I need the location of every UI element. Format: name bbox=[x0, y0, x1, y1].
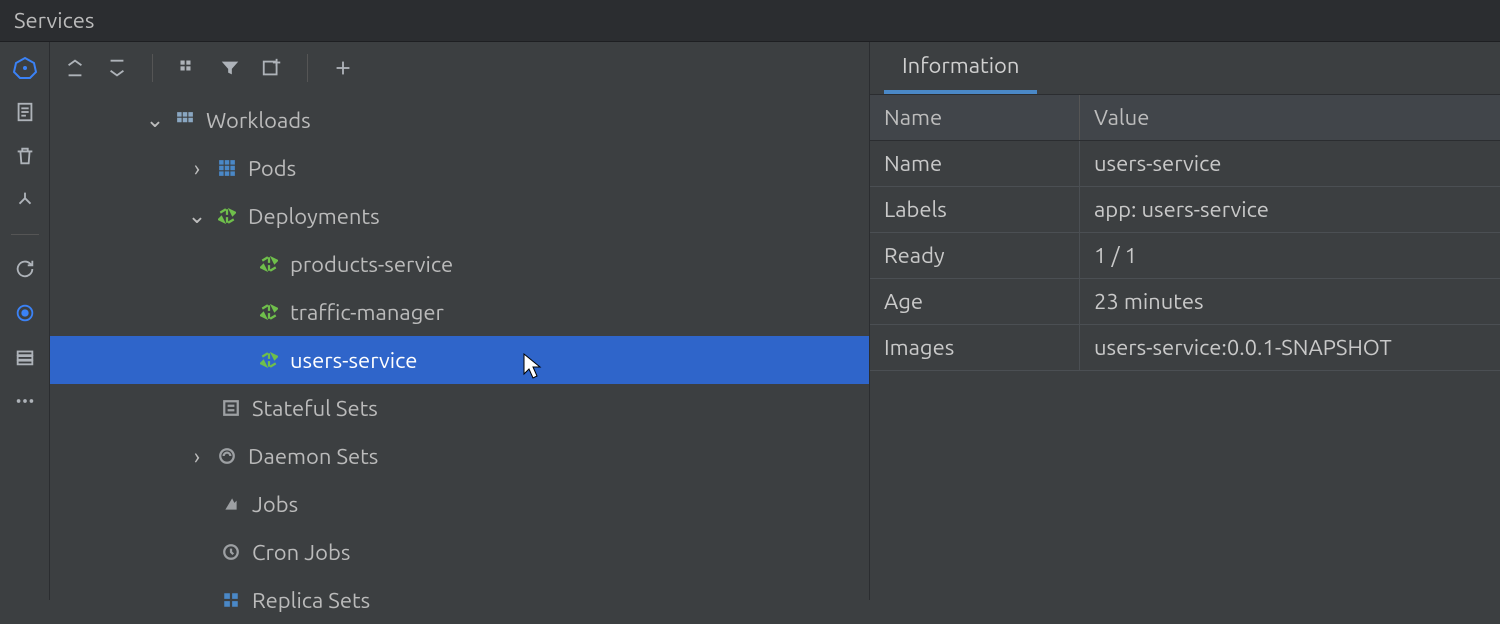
clock-icon bbox=[220, 543, 242, 561]
chevron-right-icon: › bbox=[188, 444, 206, 469]
side-toolbar bbox=[0, 42, 50, 600]
stateful-icon bbox=[220, 399, 242, 417]
tree-node-jobs[interactable]: Jobs bbox=[50, 480, 869, 528]
cell-value: 23 minutes bbox=[1080, 279, 1500, 324]
new-tab-icon[interactable] bbox=[259, 55, 285, 81]
more-icon[interactable] bbox=[13, 389, 37, 413]
col-name: Name bbox=[870, 95, 1080, 140]
collapse-all-icon[interactable] bbox=[104, 55, 130, 81]
cell-value: users-service bbox=[1080, 141, 1500, 186]
refresh-icon[interactable] bbox=[13, 257, 37, 281]
tree-item-users-service[interactable]: users-service bbox=[50, 336, 869, 384]
separator bbox=[11, 234, 39, 235]
deployment-icon bbox=[258, 255, 280, 273]
tree-item-products[interactable]: products-service bbox=[50, 240, 869, 288]
cell-name: Name bbox=[870, 141, 1080, 186]
tree-node-daemon-sets[interactable]: › Daemon Sets bbox=[50, 432, 869, 480]
tree-label: Workloads bbox=[206, 108, 311, 133]
tree-label: Pods bbox=[248, 156, 296, 181]
document-icon[interactable] bbox=[13, 100, 37, 124]
chevron-down-icon: ⌄ bbox=[146, 107, 164, 133]
tree-node-pods[interactable]: › Pods bbox=[50, 144, 869, 192]
tree-label: users-service bbox=[290, 348, 417, 373]
tree-label: Stateful Sets bbox=[252, 396, 378, 421]
trash-icon[interactable] bbox=[13, 144, 37, 168]
tree-toolbar bbox=[50, 42, 869, 94]
table-header: Name Value bbox=[870, 94, 1500, 141]
tree-label: Cron Jobs bbox=[252, 540, 350, 565]
tree-node-cron-jobs[interactable]: Cron Jobs bbox=[50, 528, 869, 576]
grid-small-icon bbox=[174, 111, 196, 129]
tree-node-deployments[interactable]: ⌄ Deployments bbox=[50, 192, 869, 240]
tree-node-replica-sets[interactable]: Replica Sets bbox=[50, 576, 869, 624]
tree-label: Jobs bbox=[252, 492, 298, 517]
cell-name: Labels bbox=[870, 187, 1080, 232]
tree-item-traffic[interactable]: traffic-manager bbox=[50, 288, 869, 336]
toolbar-separator bbox=[152, 54, 153, 82]
table-row[interactable]: Ready 1 / 1 bbox=[870, 233, 1500, 279]
target-icon[interactable] bbox=[13, 301, 37, 325]
tree-label: Replica Sets bbox=[252, 588, 370, 613]
cell-value: users-service:0.0.1-SNAPSHOT bbox=[1080, 325, 1500, 370]
jobs-icon bbox=[220, 495, 242, 513]
branch-icon[interactable] bbox=[13, 188, 37, 212]
deployment-icon bbox=[258, 351, 280, 369]
table-row[interactable]: Images users-service:0.0.1-SNAPSHOT bbox=[870, 325, 1500, 371]
tree-label: products-service bbox=[290, 252, 453, 277]
info-table: Name Value Name users-service Labels app… bbox=[870, 94, 1500, 371]
add-icon[interactable] bbox=[330, 55, 356, 81]
chevron-down-icon: ⌄ bbox=[188, 203, 206, 229]
panel-title: Services bbox=[14, 8, 94, 33]
chevron-right-icon: › bbox=[188, 156, 206, 181]
tree: ⌄ Workloads › Pods ⌄ Deployments product… bbox=[50, 94, 869, 624]
cell-value: app: users-service bbox=[1080, 187, 1500, 232]
table-row[interactable]: Name users-service bbox=[870, 141, 1500, 187]
cell-name: Ready bbox=[870, 233, 1080, 278]
toolbar-separator bbox=[307, 54, 308, 82]
grid-icon[interactable] bbox=[175, 55, 201, 81]
cell-name: Age bbox=[870, 279, 1080, 324]
deployment-icon bbox=[258, 303, 280, 321]
daemon-icon bbox=[216, 447, 238, 465]
pod-grid-icon bbox=[216, 159, 238, 177]
table-row[interactable]: Age 23 minutes bbox=[870, 279, 1500, 325]
cell-value: 1 / 1 bbox=[1080, 233, 1500, 278]
cell-name: Images bbox=[870, 325, 1080, 370]
tree-node-stateful-sets[interactable]: Stateful Sets bbox=[50, 384, 869, 432]
tab-information[interactable]: Information bbox=[884, 43, 1037, 94]
tree-node-workloads[interactable]: ⌄ Workloads bbox=[50, 96, 869, 144]
kubernetes-icon[interactable] bbox=[13, 56, 37, 80]
filter-icon[interactable] bbox=[217, 55, 243, 81]
info-panel: Information Name Value Name users-servic… bbox=[870, 42, 1500, 600]
table-row[interactable]: Labels app: users-service bbox=[870, 187, 1500, 233]
main-area: ⌄ Workloads › Pods ⌄ Deployments product… bbox=[0, 42, 1500, 600]
tree-label: Deployments bbox=[248, 204, 380, 229]
database-icon[interactable] bbox=[13, 345, 37, 369]
deployment-icon bbox=[216, 207, 238, 225]
expand-all-icon[interactable] bbox=[62, 55, 88, 81]
col-value: Value bbox=[1080, 95, 1500, 140]
titlebar: Services bbox=[0, 0, 1500, 42]
tree-label: Daemon Sets bbox=[248, 444, 378, 469]
tab-bar: Information bbox=[870, 42, 1500, 94]
tab-label: Information bbox=[902, 53, 1019, 78]
tree-panel: ⌄ Workloads › Pods ⌄ Deployments product… bbox=[50, 42, 870, 600]
replica-icon bbox=[220, 591, 242, 609]
tree-label: traffic-manager bbox=[290, 300, 444, 325]
